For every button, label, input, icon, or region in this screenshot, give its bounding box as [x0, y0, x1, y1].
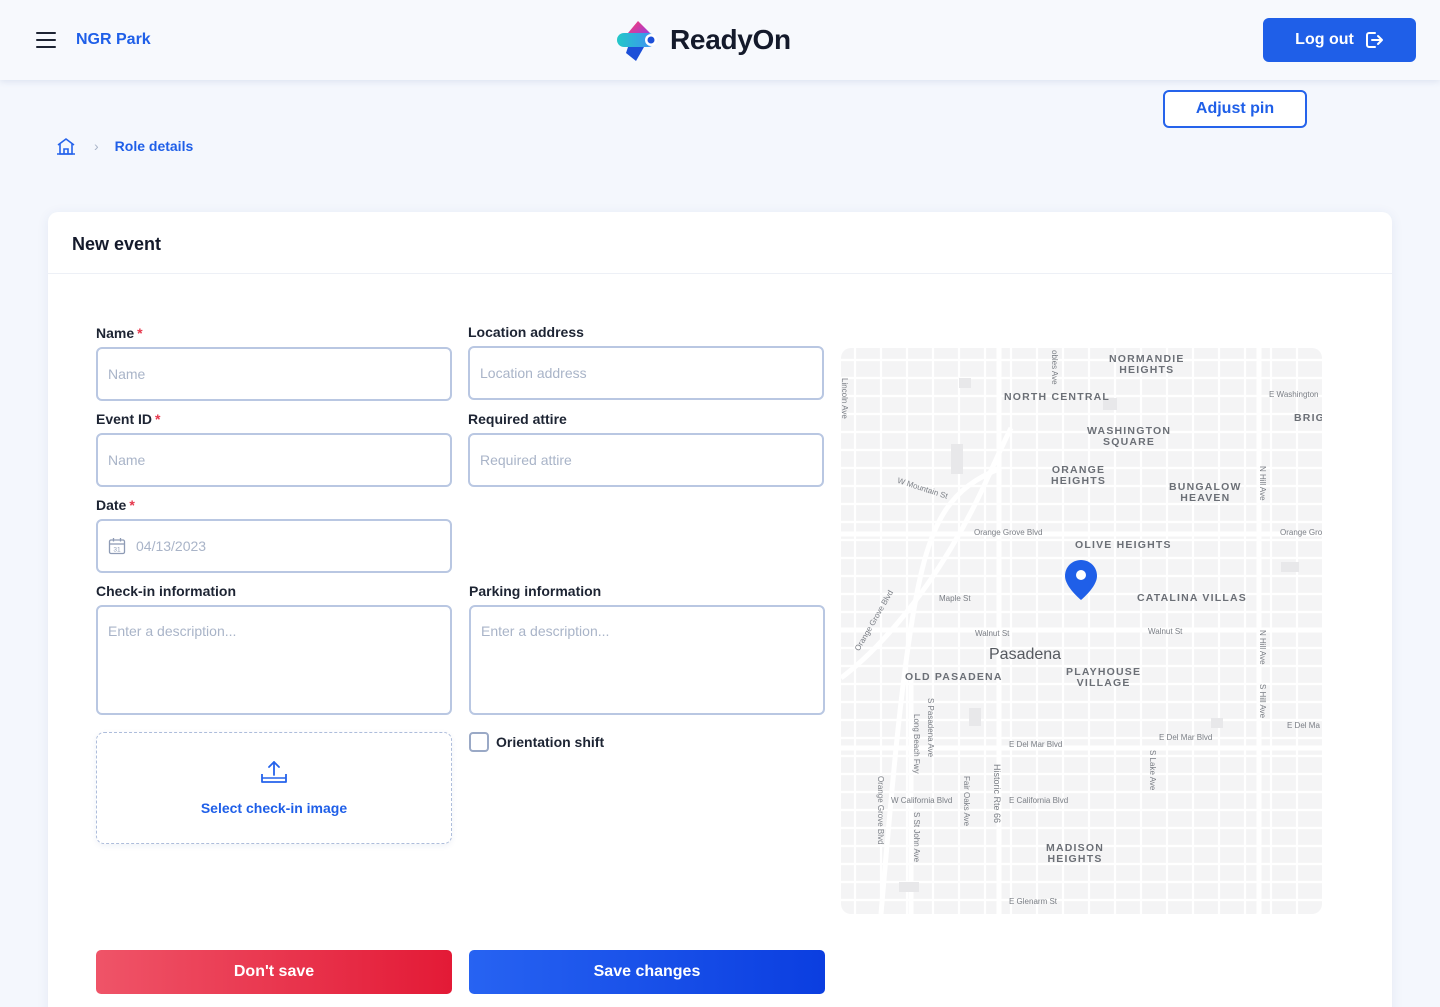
map-street-s-pasadena: S Pasadena Ave: [926, 698, 935, 758]
map-label-madison-heights: MADISON HEIGHTS: [1046, 843, 1104, 865]
breadcrumb-current: Role details: [114, 138, 194, 154]
date-label-text: Date: [96, 497, 127, 513]
event-id-label: Event ID *: [96, 411, 160, 427]
map-label-normandie-text: NORMANDIE HEIGHTS: [1109, 353, 1185, 376]
upload-icon: [261, 761, 287, 783]
map-label-bungalow-heaven: BUNGALOW HEAVEN: [1169, 482, 1242, 504]
logout-label: Log out: [1295, 31, 1354, 48]
map-label-catalina-villas: CATALINA VILLAS: [1137, 592, 1247, 604]
logout-icon: [1365, 32, 1383, 48]
checkin-image-upload[interactable]: Select check-in image: [96, 732, 452, 844]
map-label-normandie: NORMANDIE HEIGHTS: [1109, 354, 1185, 376]
location-map[interactable]: NORMANDIE HEIGHTS NORTH CENTRAL WASHINGT…: [841, 348, 1322, 914]
parking-placeholder: Enter a description...: [481, 623, 610, 639]
calendar-icon: 31: [108, 537, 126, 555]
chevron-right-icon: ›: [94, 138, 99, 154]
parking-info-textarea[interactable]: Enter a description...: [469, 605, 825, 715]
map-label-north-central: NORTH CENTRAL: [1004, 391, 1111, 403]
card-title: New event: [72, 234, 162, 254]
map-label-old-pasadena: OLD PASADENA: [905, 671, 1003, 683]
date-value: 04/13/2023: [136, 538, 207, 554]
map-street-s-st-john: S St John Ave: [912, 812, 921, 863]
map-label-orange-text: ORANGE HEIGHTS: [1051, 464, 1107, 487]
map-street-orange-grove: Orange Grove Blvd: [974, 528, 1043, 537]
new-event-card: New event Name * Name Location address Lo…: [48, 212, 1392, 1007]
orientation-shift-checkbox[interactable]: [469, 732, 489, 752]
map-street-w-california: W California Blvd: [891, 796, 953, 805]
map-label-washington-square: WASHINGTON SQUARE: [1087, 426, 1171, 448]
event-id-input[interactable]: Name: [96, 433, 452, 487]
map-label-madison-text: MADISON HEIGHTS: [1046, 842, 1104, 865]
required-mark: *: [129, 497, 135, 513]
orientation-shift-label: Orientation shift: [496, 734, 605, 750]
map-street-e-washington: E Washington: [1269, 390, 1319, 399]
map-street-maple: Maple St: [939, 594, 971, 603]
map-street-lincoln: Lincoln Ave: [841, 378, 849, 419]
map-street-robles: obles Ave: [1050, 350, 1059, 385]
map-label-washington-text: WASHINGTON SQUARE: [1087, 425, 1172, 448]
home-icon[interactable]: [56, 137, 76, 155]
map-label-brig: BRIG: [1294, 412, 1322, 424]
calendar-day: 31: [113, 547, 121, 554]
map-street-long-beach: Long Beach Fwy: [912, 714, 921, 774]
attire-label: Required attire: [468, 411, 567, 427]
readyon-logo-icon: [617, 21, 657, 61]
map-street-n-hill: N Hill Ave: [1258, 466, 1267, 501]
location-placeholder: Location address: [480, 365, 587, 381]
map-street-e-del-mar-2: E Del Mar Blvd: [1159, 733, 1213, 742]
logout-button[interactable]: Log out: [1263, 18, 1416, 62]
date-input[interactable]: 31 04/13/2023: [96, 519, 452, 573]
dont-save-button[interactable]: Don't save: [96, 950, 452, 994]
name-label-text: Name: [96, 325, 135, 341]
checkin-label: Check-in information: [96, 583, 237, 599]
map-label-bungalow-text: BUNGALOW HEAVEN: [1169, 481, 1242, 504]
upload-label: Select check-in image: [200, 800, 348, 816]
map-street-s-lake: S Lake Ave: [1148, 750, 1157, 791]
logo-text: ReadyOn: [670, 24, 791, 55]
name-input[interactable]: Name: [96, 347, 452, 401]
name-placeholder: Name: [108, 366, 146, 382]
event-id-placeholder: Name: [108, 452, 146, 468]
map-street-e-del-mar: E Del Mar Blvd: [1009, 740, 1063, 749]
map-street-e-california: E California Blvd: [1009, 796, 1069, 805]
map-street-orange-grove-south: Orange Grove Blvd: [876, 776, 885, 845]
readyon-logo: ReadyOn: [614, 16, 791, 64]
top-bar: NGR Park ReadyOn Log out: [0, 0, 1440, 80]
required-mark: *: [155, 411, 161, 427]
map-street-walnut-east: Walnut St: [1148, 627, 1183, 636]
map-pin-icon[interactable]: [1063, 558, 1099, 602]
location-label: Location address: [468, 324, 584, 340]
name-label: Name *: [96, 325, 143, 341]
checkin-placeholder: Enter a description...: [108, 623, 237, 639]
map-street-historic-66: Historic Rte 66: [992, 764, 1002, 824]
checkin-info-textarea[interactable]: Enter a description...: [96, 605, 452, 715]
map-street-e-glenarm: E Glenarm St: [1009, 897, 1058, 906]
required-mark: *: [137, 325, 143, 341]
map-street-fair-oaks: Fair Oaks Ave: [962, 776, 971, 827]
map-street-s-hill: S Hill Ave: [1258, 684, 1267, 719]
save-changes-button[interactable]: Save changes: [469, 950, 825, 994]
map-street-walnut-west: Walnut St: [975, 629, 1010, 638]
orientation-shift-checkbox-row[interactable]: Orientation shift: [469, 732, 604, 752]
map-label-playhouse-text: PLAYHOUSE VILLAGE: [1066, 666, 1142, 689]
required-attire-input[interactable]: Required attire: [468, 433, 824, 487]
breadcrumb: › Role details: [56, 136, 193, 156]
map-label-orange-heights: ORANGE HEIGHTS: [1051, 465, 1106, 487]
map-label-playhouse-village: PLAYHOUSE VILLAGE: [1066, 667, 1141, 689]
map-city-label: Pasadena: [989, 646, 1062, 663]
date-label: Date *: [96, 497, 135, 513]
parking-label: Parking information: [469, 583, 602, 599]
org-name-link[interactable]: NGR Park: [76, 31, 151, 49]
hamburger-menu-icon[interactable]: [36, 32, 56, 48]
adjust-pin-button[interactable]: Adjust pin: [1163, 90, 1307, 128]
map-street-e-del-mar-3: E Del Ma: [1287, 721, 1320, 730]
attire-placeholder: Required attire: [480, 452, 572, 468]
location-address-input[interactable]: Location address: [468, 346, 824, 400]
map-street-n-hill-2: N Hill Ave: [1258, 630, 1267, 665]
map-label-olive-heights: OLIVE HEIGHTS: [1075, 539, 1172, 551]
card-header: New event: [48, 212, 1392, 274]
event-id-label-text: Event ID: [96, 411, 153, 427]
map-street-orange-grove-east: Orange Gro: [1280, 528, 1322, 537]
